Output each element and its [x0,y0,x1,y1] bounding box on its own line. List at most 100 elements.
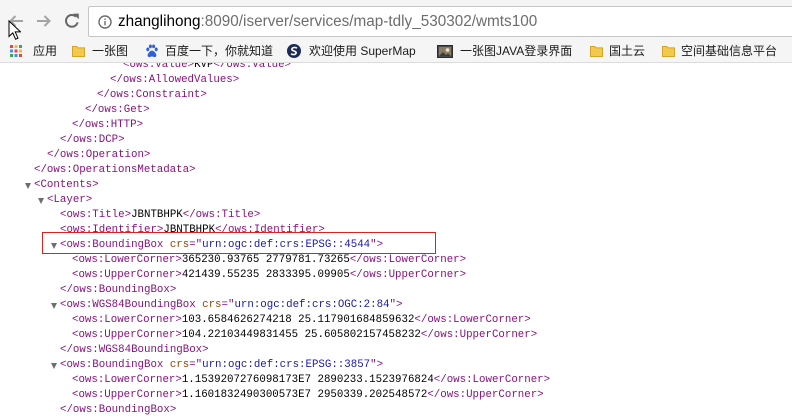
xml-close-tag: </ows:LowerCorner> [414,314,531,326]
url-host: zhanglihong [118,13,201,30]
xml-open-tag: <ows:LowerCorner> [72,374,182,386]
xml-close-tag: </ows:DCP> [60,134,125,146]
xml-punct: "> [370,359,384,371]
bookmark-label: 空间基础信息平台 [681,44,778,58]
mouse-cursor-icon [8,20,21,40]
xml-line: <ows:BoundingBox crs="urn:ogc:def:crs:EP… [51,358,384,373]
xml-open-tag: <ows:Title> [60,209,132,221]
xml-line: </ows:BoundingBox> [60,403,176,418]
supermap-logo-icon [287,44,301,58]
xml-text-content: 1.1601832490300573E7 2950339.202548572 [181,389,428,401]
reload-icon [65,13,79,28]
expand-triangle-icon[interactable] [51,303,57,309]
xml-open-tag: <ows:LowerCorner> [72,254,182,266]
xml-open-tag: <Layer> [47,194,93,206]
info-icon [98,14,112,29]
xml-line: <ows:WGS84BoundingBox crs="urn:ogc:def:c… [51,298,403,313]
xml-open-tag: <ows:LowerCorner> [72,314,182,326]
xml-line: </ows:Constraint> [97,88,207,103]
folder-icon [590,46,603,57]
xml-close-tag: </ows:UpperCorner> [349,269,467,281]
bookmark-baidu[interactable]: 百度一下，你就知道 [145,41,281,62]
xml-close-tag: </ows:Constraint> [97,89,207,101]
xml-line: <ows:LowerCorner>1.1539207276098173E7 28… [72,373,550,388]
xml-text-content: 365230.93765 2779781.73265 [181,254,350,266]
xml-open-tag: <ows:UpperCorner> [72,389,182,401]
bookmark-label: 一张图 [92,44,129,58]
xml-close-tag: </ows:LowerCorner> [349,254,467,266]
bookmark-label: 欢迎使用 SuperMap [309,44,416,58]
xml-open-tag: <ows:UpperCorner> [72,329,182,341]
xml-line: </ows:DCP> [60,133,125,148]
xml-text-content: JBNTBHPK [131,209,183,221]
xml-close-tag: </ows:WGS84BoundingBox> [60,344,209,356]
mouse-cursor [8,20,21,40]
xml-open-tag: <ows:BoundingBox [60,359,170,371]
folder-icon [72,46,85,57]
xml-line: <ows:LowerCorner>103.6584626274218 25.11… [72,313,531,328]
xml-attr-value: urn:ogc:def:crs:EPSG::3857 [202,359,371,371]
forward-button[interactable] [35,12,53,30]
xml-line: <ows:UpperCorner>104.22103449831455 25.6… [72,328,537,343]
expand-triangle-icon[interactable] [38,198,44,204]
page-thumbnail-icon [437,45,453,58]
bookmark-supermap[interactable]: 欢迎使用 SuperMap [287,41,425,62]
xml-close-tag: </ows:Value> [213,63,291,71]
xml-attr-name: crs [202,299,222,311]
xml-line: </ows:BoundingBox> [60,283,176,298]
xml-line: </ows:Get> [85,103,150,118]
xml-text-content: 103.6584626274218 25.117901684859632 [181,314,415,326]
bookmark-java-login[interactable]: 一张图JAVA登录界面 [437,41,579,62]
apps-grid-icon [10,45,22,57]
browser-toolbar: zhanglihong:8090/iserver/services/map-td… [0,0,792,41]
xml-text-content: 104.22103449831455 25.605802157458232 [181,329,421,341]
url-path: :8090/iserver/services/map-tdly_530302/w… [200,13,538,30]
xml-attr-value: urn:ogc:def:crs:OGC:2:84 [234,299,390,311]
bookmark-folder-guotuyun[interactable]: 国土云 [590,41,652,62]
xml-line: <ows:UpperCorner>421439.55235 2833395.09… [72,268,466,283]
xml-close-tag: </ows:LowerCorner> [433,374,551,386]
xml-text-content: KVP [194,63,214,71]
xml-close-tag: </ows:Operation> [47,149,151,161]
xml-close-tag: </ows:OperationsMetadata> [34,164,196,176]
xml-close-tag: </ows:HTTP> [72,119,144,131]
xml-line: <ows:LowerCorner>365230.93765 2779781.73… [72,253,466,268]
bookmark-apps[interactable]: 应用 [10,41,66,62]
xml-open-tag: <ows:UpperCorner> [72,269,182,281]
xml-open-tag: <ows:WGS84BoundingBox [60,299,203,311]
expand-triangle-icon[interactable] [51,363,57,369]
expand-triangle-icon[interactable] [25,183,31,189]
xml-punct: =" [189,359,203,371]
xml-line: </ows:Operation> [47,148,150,163]
xml-close-tag: </ows:Get> [85,104,150,116]
bookmark-folder-yizhangtu[interactable]: 一张图 [72,41,134,62]
xml-line: </ows:AllowedValues> [110,73,239,88]
address-bar[interactable]: zhanglihong:8090/iserver/services/map-td… [88,6,792,37]
xml-open-tag: <ows:Value> [123,63,195,71]
xml-close-tag: </ows:BoundingBox> [60,404,177,416]
xml-line: <ows:Value>KVP</ows:Value> [123,63,291,73]
xml-line: </ows:WGS84BoundingBox> [60,343,209,358]
xml-close-tag: </ows:UpperCorner> [427,389,544,401]
bookmark-label: 百度一下，你就知道 [165,44,274,58]
xml-open-tag: <Contents> [34,179,99,191]
xml-punct: "> [389,299,403,311]
bookmark-label: 一张图JAVA登录界面 [460,44,573,58]
xml-close-tag: </ows:BoundingBox> [60,284,177,296]
site-info-button[interactable] [98,14,112,29]
xml-line: <ows:UpperCorner>1.1601832490300573E7 29… [72,388,544,403]
xml-line: <Contents> [25,178,99,193]
xml-line: <ows:Title>JBNTBHPK</ows:Title> [60,208,260,223]
xml-line: </ows:HTTP> [72,118,143,133]
bookmark-folder-spatial-platform[interactable]: 空间基础信息平台 [662,41,786,62]
xml-text-content: 1.1539207276098173E7 2890233.1523976824 [181,374,434,386]
xml-close-tag: </ows:Title> [182,209,261,221]
reload-button[interactable] [63,12,81,30]
xml-close-tag: </ows:UpperCorner> [420,329,538,341]
xml-line: </ows:OperationsMetadata> [34,163,196,178]
bookmark-label: 应用 [33,44,58,58]
xml-text-content: 421439.55235 2833395.09905 [181,269,350,281]
xml-line: <Layer> [38,193,93,208]
highlight-box [42,232,436,254]
url-text[interactable]: zhanglihong:8090/iserver/services/map-td… [118,7,537,36]
